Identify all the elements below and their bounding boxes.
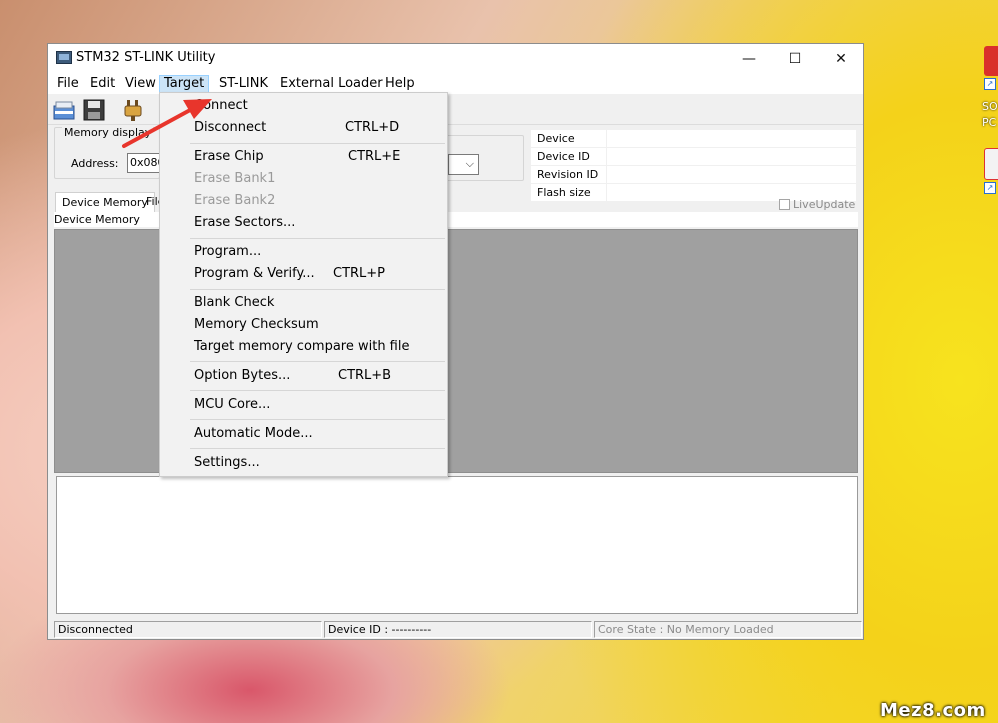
desktop-shortcut-label-2: PC — [982, 116, 997, 129]
menu-item-program[interactable]: Program... — [160, 241, 447, 263]
menu-item-memory-checksum[interactable]: Memory Checksum — [160, 314, 447, 336]
menu-item-settings[interactable]: Settings... — [160, 452, 447, 474]
menu-item-connect[interactable]: Connect — [160, 95, 447, 117]
menu-item-erase-bank2: Erase Bank2 — [194, 193, 276, 208]
desktop-shortcut-icon-2[interactable]: ↗ — [984, 148, 998, 194]
menu-item-option-bytes[interactable]: Option Bytes... CTRL+B — [160, 365, 447, 387]
menu-bar: File Edit View Target ST-LINK External L… — [48, 74, 863, 94]
menu-item-mcu-core[interactable]: MCU Core... — [160, 394, 447, 416]
menu-help[interactable]: Help — [381, 75, 419, 93]
desktop-shortcut-label: SO — [982, 100, 998, 113]
table-row: Revision ID — [530, 165, 857, 184]
save-icon[interactable] — [82, 98, 106, 122]
menu-item-erase-sectors[interactable]: Erase Sectors... — [160, 212, 447, 234]
log-panel[interactable] — [56, 476, 858, 614]
device-info-table: Device Device ID Revision ID Flash size — [530, 129, 857, 202]
menu-view[interactable]: View — [121, 75, 160, 93]
menu-separator — [190, 419, 445, 420]
open-file-icon[interactable] — [52, 98, 76, 122]
title-bar[interactable]: STM32 ST-LINK Utility — ☐ ✕ — [48, 44, 863, 74]
menu-target[interactable]: Target — [159, 75, 210, 93]
menu-separator — [190, 361, 445, 362]
menu-item-erase-bank1: Erase Bank1 — [194, 171, 276, 186]
menu-item-automatic-mode[interactable]: Automatic Mode... — [160, 423, 447, 445]
tab-device-memory[interactable]: Device Memory — [55, 192, 155, 212]
menu-separator — [190, 143, 445, 144]
status-device-id: Device ID : ---------- — [324, 621, 592, 638]
menu-separator — [190, 448, 445, 449]
checkbox-icon[interactable] — [779, 199, 790, 210]
flash-size-key: Flash size — [530, 183, 607, 202]
table-row: Device ID — [530, 147, 857, 166]
chevron-down-icon: ⌵ — [465, 157, 474, 170]
window-title: STM32 ST-LINK Utility — [76, 50, 216, 65]
data-width-select[interactable]: ⌵ — [448, 154, 479, 175]
menu-st-link[interactable]: ST-LINK — [215, 75, 272, 93]
table-row: Device — [530, 129, 857, 148]
menu-edit[interactable]: Edit — [86, 75, 119, 93]
address-input[interactable]: 0x0800 — [127, 153, 163, 173]
connect-plug-icon[interactable] — [122, 98, 146, 122]
device-id-value — [606, 147, 857, 166]
revision-id-key: Revision ID — [530, 165, 607, 184]
status-core-state: Core State : No Memory Loaded — [594, 621, 862, 638]
menu-item-erase-chip[interactable]: Erase Chip CTRL+E — [160, 146, 447, 168]
menu-item-disconnect[interactable]: Disconnect CTRL+D — [160, 117, 447, 139]
status-connection: Disconnected — [54, 621, 322, 638]
menu-file[interactable]: File — [53, 75, 83, 93]
menu-separator — [190, 238, 445, 239]
memory-display-group: Memory display Address: 0x0800 — [54, 126, 163, 179]
address-label: Address: — [71, 157, 119, 170]
minimize-button[interactable]: — — [726, 44, 772, 74]
menu-external-loader[interactable]: External Loader — [276, 75, 387, 93]
app-icon — [56, 51, 72, 64]
desktop-shortcut-icon[interactable]: ↗ — [984, 46, 998, 90]
live-update-label: LiveUpdate — [793, 198, 856, 211]
memory-display-label: Memory display — [62, 126, 154, 139]
target-dropdown-menu: Connect Disconnect CTRL+D Erase Chip CTRL+… — [159, 92, 448, 477]
device-id-key: Device ID — [530, 147, 607, 166]
menu-item-compare-with-file[interactable]: Target memory compare with file — [160, 336, 447, 358]
device-key: Device — [530, 129, 607, 148]
menu-item-program-verify[interactable]: Program & Verify... CTRL+P — [160, 263, 447, 285]
menu-separator — [190, 390, 445, 391]
live-update-checkbox[interactable]: LiveUpdate — [779, 198, 855, 211]
device-value — [606, 129, 857, 148]
maximize-button[interactable]: ☐ — [772, 44, 818, 74]
watermark: Mez8.com — [880, 700, 986, 721]
menu-item-blank-check[interactable]: Blank Check — [160, 292, 447, 314]
menu-separator — [190, 289, 445, 290]
close-button[interactable]: ✕ — [818, 44, 864, 74]
revision-id-value — [606, 165, 857, 184]
